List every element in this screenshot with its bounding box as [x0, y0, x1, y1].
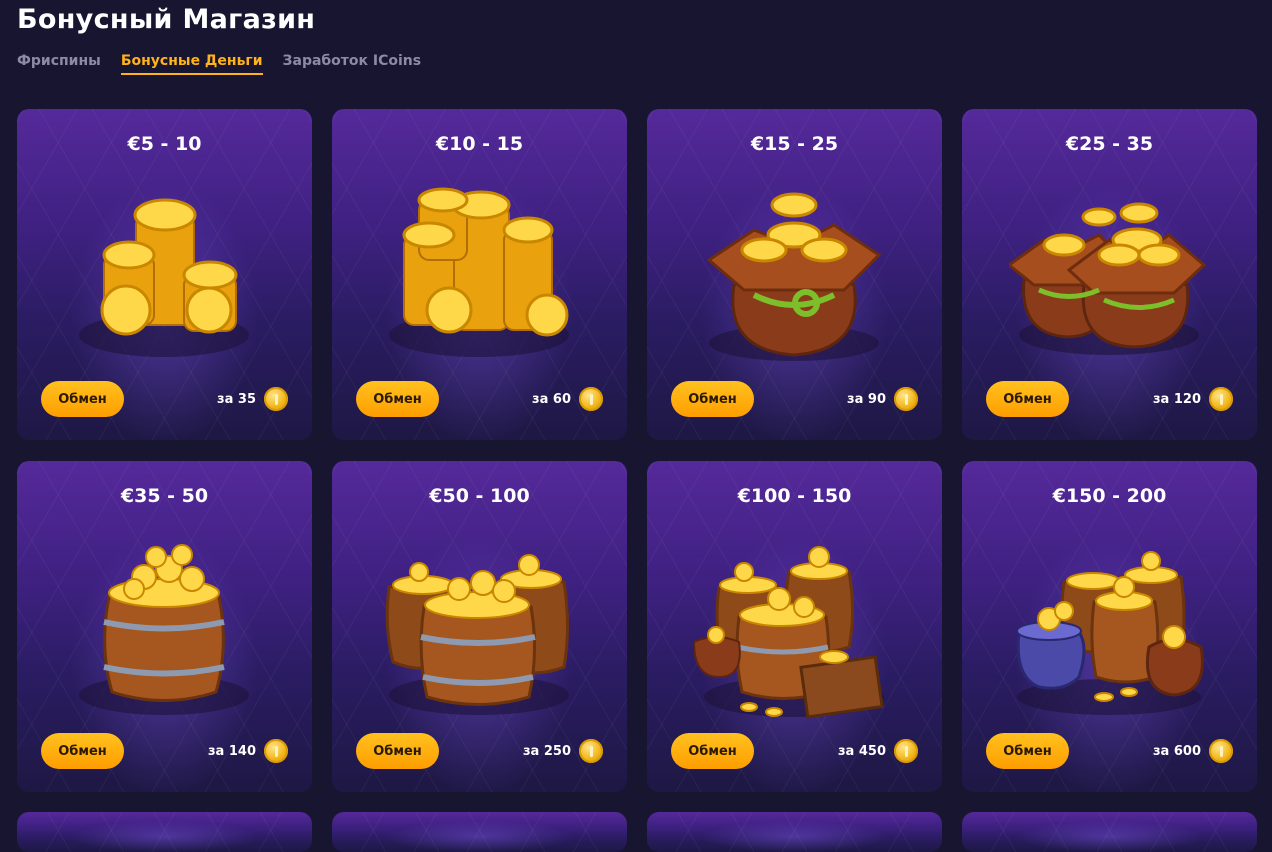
product-card-partial [17, 812, 312, 852]
product-card-partial [332, 812, 627, 852]
page-title: Бонусный Магазин [17, 4, 316, 35]
product-card-partial [962, 812, 1257, 852]
exchange-button[interactable]: Обмен [986, 381, 1069, 417]
price: за 60 [532, 386, 603, 412]
product-card: €25 - 35 Обмен за 120 [962, 109, 1257, 440]
product-card: €35 - 50 Обмен за 140 [17, 461, 312, 792]
coin-barrel-icon [79, 544, 249, 715]
product-grid: €5 - 10 Обмен за 35 €10 - 15 Обмен за 60… [17, 109, 1257, 792]
coin-sacks-icon [1009, 202, 1207, 355]
coin-barrels-icon [385, 554, 569, 715]
icoin-icon [264, 387, 288, 411]
product-card: €50 - 100 Обмен за 250 [332, 461, 627, 792]
tab-freespins[interactable]: Фриспины [17, 53, 101, 75]
product-title: €150 - 200 [1052, 485, 1167, 507]
product-card: €100 - 150 Обмен за 450 [647, 461, 942, 792]
product-title: €15 - 25 [750, 133, 839, 155]
coin-pile-icon [389, 187, 569, 357]
icoin-icon [579, 387, 603, 411]
price: за 450 [838, 738, 918, 764]
next-row [17, 812, 1257, 852]
price: за 140 [208, 738, 288, 764]
price-label: за 600 [1153, 743, 1201, 759]
coin-stack-icon [79, 198, 249, 357]
icoin-icon [1209, 387, 1233, 411]
exchange-button[interactable]: Обмен [356, 381, 439, 417]
exchange-button[interactable]: Обмен [986, 733, 1069, 769]
icoin-icon [894, 739, 918, 763]
price: за 90 [847, 386, 918, 412]
icoin-icon [579, 739, 603, 763]
exchange-button[interactable]: Обмен [356, 733, 439, 769]
exchange-button[interactable]: Обмен [41, 733, 124, 769]
product-title: €5 - 10 [127, 133, 202, 155]
product-title: €50 - 100 [429, 485, 530, 507]
price-label: за 250 [523, 743, 571, 759]
tab-earn-icoins[interactable]: Заработок ICoins [283, 53, 422, 75]
product-title: €100 - 150 [737, 485, 852, 507]
price: за 35 [217, 386, 288, 412]
price-label: за 90 [847, 391, 886, 407]
icoin-icon [264, 739, 288, 763]
coin-sack-icon [706, 192, 882, 361]
product-card: €150 - 200 Обмен за 600 [962, 461, 1257, 792]
product-card-partial [647, 812, 942, 852]
product-title: €25 - 35 [1065, 133, 1154, 155]
exchange-button[interactable]: Обмен [671, 381, 754, 417]
tab-bonus-money[interactable]: Бонусные Деньги [120, 53, 263, 75]
icoin-icon [1209, 739, 1233, 763]
product-card: €5 - 10 Обмен за 35 [17, 109, 312, 440]
product-title: €10 - 15 [435, 133, 524, 155]
exchange-button[interactable]: Обмен [671, 733, 754, 769]
tab-bar: Фриспины Бонусные Деньги Заработок ICoin… [17, 53, 421, 75]
product-card: €10 - 15 Обмен за 60 [332, 109, 627, 440]
icoin-icon [894, 387, 918, 411]
treasure-cauldron-icon [1016, 551, 1204, 715]
product-card: €15 - 25 Обмен за 90 [647, 109, 942, 440]
price-label: за 60 [532, 391, 571, 407]
price-label: за 140 [208, 743, 256, 759]
exchange-button[interactable]: Обмен [41, 381, 124, 417]
price-label: за 35 [217, 391, 256, 407]
product-title: €35 - 50 [120, 485, 209, 507]
price: за 600 [1153, 738, 1233, 764]
price: за 120 [1153, 386, 1233, 412]
price-label: за 120 [1153, 391, 1201, 407]
price-label: за 450 [838, 743, 886, 759]
price: за 250 [523, 738, 603, 764]
treasure-crate-icon [694, 546, 884, 719]
